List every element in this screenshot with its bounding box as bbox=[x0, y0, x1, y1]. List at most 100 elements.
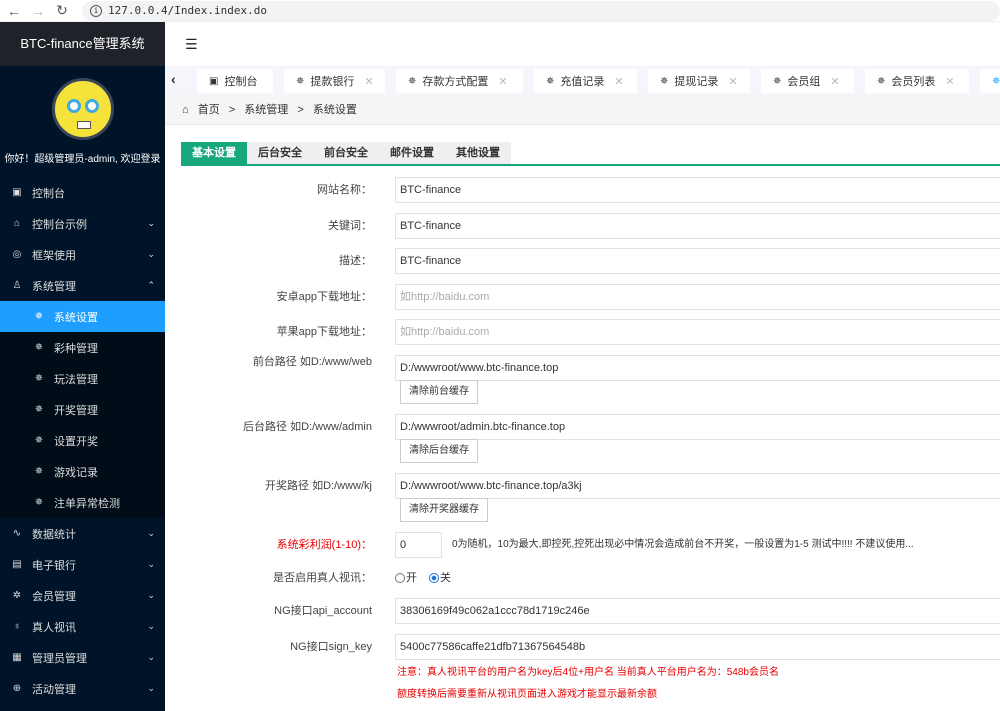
front-path-input[interactable]: D:/wwwroot/www.btc-finance.top bbox=[395, 355, 1000, 381]
breadcrumb-sep: > bbox=[228, 104, 236, 116]
label: 描述： bbox=[339, 255, 372, 267]
page-tab-active[interactable]: ✵ bbox=[980, 69, 1000, 93]
close-icon[interactable]: ✕ bbox=[614, 75, 623, 88]
page-tab[interactable]: ✵ 会员列表 ✕ bbox=[865, 69, 969, 93]
page-tab[interactable]: ✵ 会员组 ✕ bbox=[761, 69, 854, 93]
sidebar-subitem-label: 游戏记录 bbox=[54, 466, 98, 479]
home-icon: ⌂ bbox=[13, 218, 21, 229]
radio-off[interactable] bbox=[429, 573, 439, 583]
avatar bbox=[51, 78, 114, 140]
profit-input[interactable]: 0 bbox=[395, 532, 442, 558]
tab-basic[interactable]: 基本设置 bbox=[181, 142, 247, 164]
breadcrumb-home[interactable]: 首页 bbox=[198, 104, 220, 116]
leaf-icon: ✵ bbox=[34, 466, 44, 477]
sidebar-item[interactable]: ▣ 控制台 bbox=[0, 177, 165, 208]
chevron-icon: ⌄ bbox=[147, 218, 155, 228]
welcome-text: 你好！超级管理员-admin, 欢迎登录 bbox=[4, 154, 161, 165]
ios-url-input[interactable]: 如http://baidu.com bbox=[395, 319, 1000, 345]
leaf-icon: ✵ bbox=[34, 373, 44, 384]
label: 是否启用真人视讯： bbox=[273, 572, 372, 584]
sidebar-subitem[interactable]: ✵ 玩法管理 bbox=[0, 363, 165, 394]
sidebar-subitem[interactable]: ✵ 开奖管理 bbox=[0, 394, 165, 425]
sidebar-item[interactable]: ✲ 会员管理 ⌄ bbox=[0, 580, 165, 611]
keywords-input[interactable]: BTC-finance bbox=[395, 213, 1000, 239]
sidebar-subitem[interactable]: ✵ 设置开奖 bbox=[0, 425, 165, 456]
drop-icon: ♁ bbox=[13, 621, 21, 632]
label: 安卓app下载地址： bbox=[276, 291, 372, 303]
sidebar-subitem[interactable]: ✵ 游戏记录 bbox=[0, 456, 165, 487]
info-icon[interactable]: i bbox=[90, 4, 102, 17]
profit-hint: 0为随机，10为最大,即控死,控死出现必中情况会造成前台不开奖，一般设置为1-5… bbox=[452, 539, 914, 550]
sidebar-subitem[interactable]: ✵ 彩种管理 bbox=[0, 332, 165, 363]
sidebar-item[interactable]: ♁ 真人视讯 ⌄ bbox=[0, 611, 165, 642]
page-tab[interactable]: ▣ 控制台 bbox=[197, 69, 273, 93]
sidebar-item[interactable]: ✜电竞管理⌄ bbox=[0, 704, 165, 711]
tab-frontend-security[interactable]: 前台安全 bbox=[313, 142, 379, 164]
android-row: 安卓app下载地址： 如http://baidu.com bbox=[165, 284, 1000, 310]
sidebar-item[interactable]: ∿ 数据统计 ⌄ bbox=[0, 518, 165, 549]
ios-row: 苹果app下载地址： 如http://baidu.com bbox=[165, 319, 1000, 345]
chevron-down-icon: ⌄ bbox=[147, 652, 155, 662]
app-title: BTC-finance管理系统 bbox=[0, 22, 165, 66]
sidebar-subitem-label: 彩种管理 bbox=[54, 342, 98, 355]
breadcrumb-system[interactable]: 系统管理 bbox=[244, 104, 288, 116]
kj-path-input[interactable]: D:/wwwroot/www.btc-finance.top/a3kj bbox=[395, 473, 1000, 499]
label: 网站名称： bbox=[317, 184, 372, 196]
leaf-icon: ✵ bbox=[408, 75, 417, 87]
sidebar-item-label: 电子银行 bbox=[32, 559, 76, 572]
sidebar-item-label: 框架使用 bbox=[32, 249, 76, 262]
radio-on[interactable] bbox=[395, 573, 405, 583]
page-tab[interactable]: ✵ 提现记录 ✕ bbox=[648, 69, 750, 93]
close-icon[interactable]: ✕ bbox=[830, 75, 839, 88]
sign-key-input[interactable]: 5400c77586caffe21dfb71367564548b bbox=[395, 634, 1000, 660]
sidebar-subitem-label: 玩法管理 bbox=[54, 373, 98, 386]
sidebar-item-label: 系统管理 bbox=[32, 280, 76, 293]
close-icon[interactable]: ✕ bbox=[728, 75, 737, 88]
monitor-icon: ▣ bbox=[12, 187, 22, 198]
sidebar-item[interactable]: ◎ 框架使用 ⌄ bbox=[0, 239, 165, 270]
clear-front-cache-button[interactable]: 清除前台缓存 bbox=[400, 380, 478, 404]
forward-icon[interactable]: → bbox=[28, 3, 48, 19]
fold-menu-icon[interactable]: ☰ bbox=[185, 36, 198, 53]
leaf-icon: ✵ bbox=[773, 75, 782, 87]
leaf-icon: ✵ bbox=[34, 342, 44, 353]
reload-icon[interactable]: ↻ bbox=[52, 2, 72, 19]
tab-backend-security[interactable]: 后台安全 bbox=[247, 142, 313, 164]
leaf-icon: ✵ bbox=[660, 75, 669, 87]
chevron-icon: ⌃ bbox=[147, 280, 155, 290]
admin-path-row: 后台路径 如D:/www/admin D:/wwwroot/admin.btc-f… bbox=[165, 414, 1000, 463]
chevron-down-icon: ⌄ bbox=[147, 559, 155, 569]
sidebar-item[interactable]: ⌂ 控制台示例 ⌄ bbox=[0, 208, 165, 239]
label: 系统彩利润(1-10)： bbox=[276, 539, 372, 551]
android-url-input[interactable]: 如http://baidu.com bbox=[395, 284, 1000, 310]
sidebar-subitem-label: 设置开奖 bbox=[54, 435, 98, 448]
sidebar-item[interactable]: ▤ 电子银行 ⌄ bbox=[0, 549, 165, 580]
tab-other[interactable]: 其他设置 bbox=[445, 142, 511, 164]
site-name-input[interactable]: BTC-finance bbox=[395, 177, 1000, 203]
sidebar-item[interactable]: ⊕ 活动管理 ⌄ bbox=[0, 673, 165, 704]
sidebar-item[interactable]: ▦ 管理员管理 ⌄ bbox=[0, 642, 165, 673]
address-bar[interactable]: i 127.0.0.4/Index.index.do bbox=[82, 0, 1000, 21]
close-icon[interactable]: ✕ bbox=[945, 75, 954, 88]
close-icon[interactable]: ✕ bbox=[364, 75, 373, 88]
sidebar-subitem[interactable]: ✵ 系统设置 bbox=[0, 301, 165, 332]
description-row: 描述： BTC-finance bbox=[165, 248, 1000, 274]
close-icon[interactable]: ✕ bbox=[498, 75, 507, 88]
tabs-prev-icon[interactable]: ‹ bbox=[171, 71, 176, 87]
sidebar-subitem-label: 开奖管理 bbox=[54, 404, 98, 417]
tab-mail[interactable]: 邮件设置 bbox=[379, 142, 445, 164]
description-input[interactable]: BTC-finance bbox=[395, 248, 1000, 274]
url-text: 127.0.0.4/Index.index.do bbox=[108, 4, 267, 17]
api-account-input[interactable]: 38306169f49c062a1ccc78d1719c246e bbox=[395, 598, 1000, 624]
tab-label: 存款方式配置 bbox=[422, 76, 489, 88]
back-icon[interactable]: ← bbox=[4, 3, 24, 19]
clear-admin-cache-button[interactable]: 清除后台缓存 bbox=[400, 439, 478, 463]
clear-kj-cache-button[interactable]: 清除开奖器缓存 bbox=[400, 498, 488, 522]
page-tab[interactable]: ✵ 充值记录 ✕ bbox=[534, 69, 637, 93]
sidebar-item[interactable]: ♙ 系统管理 ⌃ bbox=[0, 270, 165, 301]
page-tab[interactable]: ✵ 提款银行 ✕ bbox=[284, 69, 385, 93]
page-tab[interactable]: ✵ 存款方式配置 ✕ bbox=[396, 69, 523, 93]
home-icon: ⌂ bbox=[182, 104, 189, 116]
sidebar-subitem[interactable]: ✵ 注单异常检测 bbox=[0, 487, 165, 518]
admin-path-input[interactable]: D:/wwwroot/admin.btc-finance.top bbox=[395, 414, 1000, 440]
